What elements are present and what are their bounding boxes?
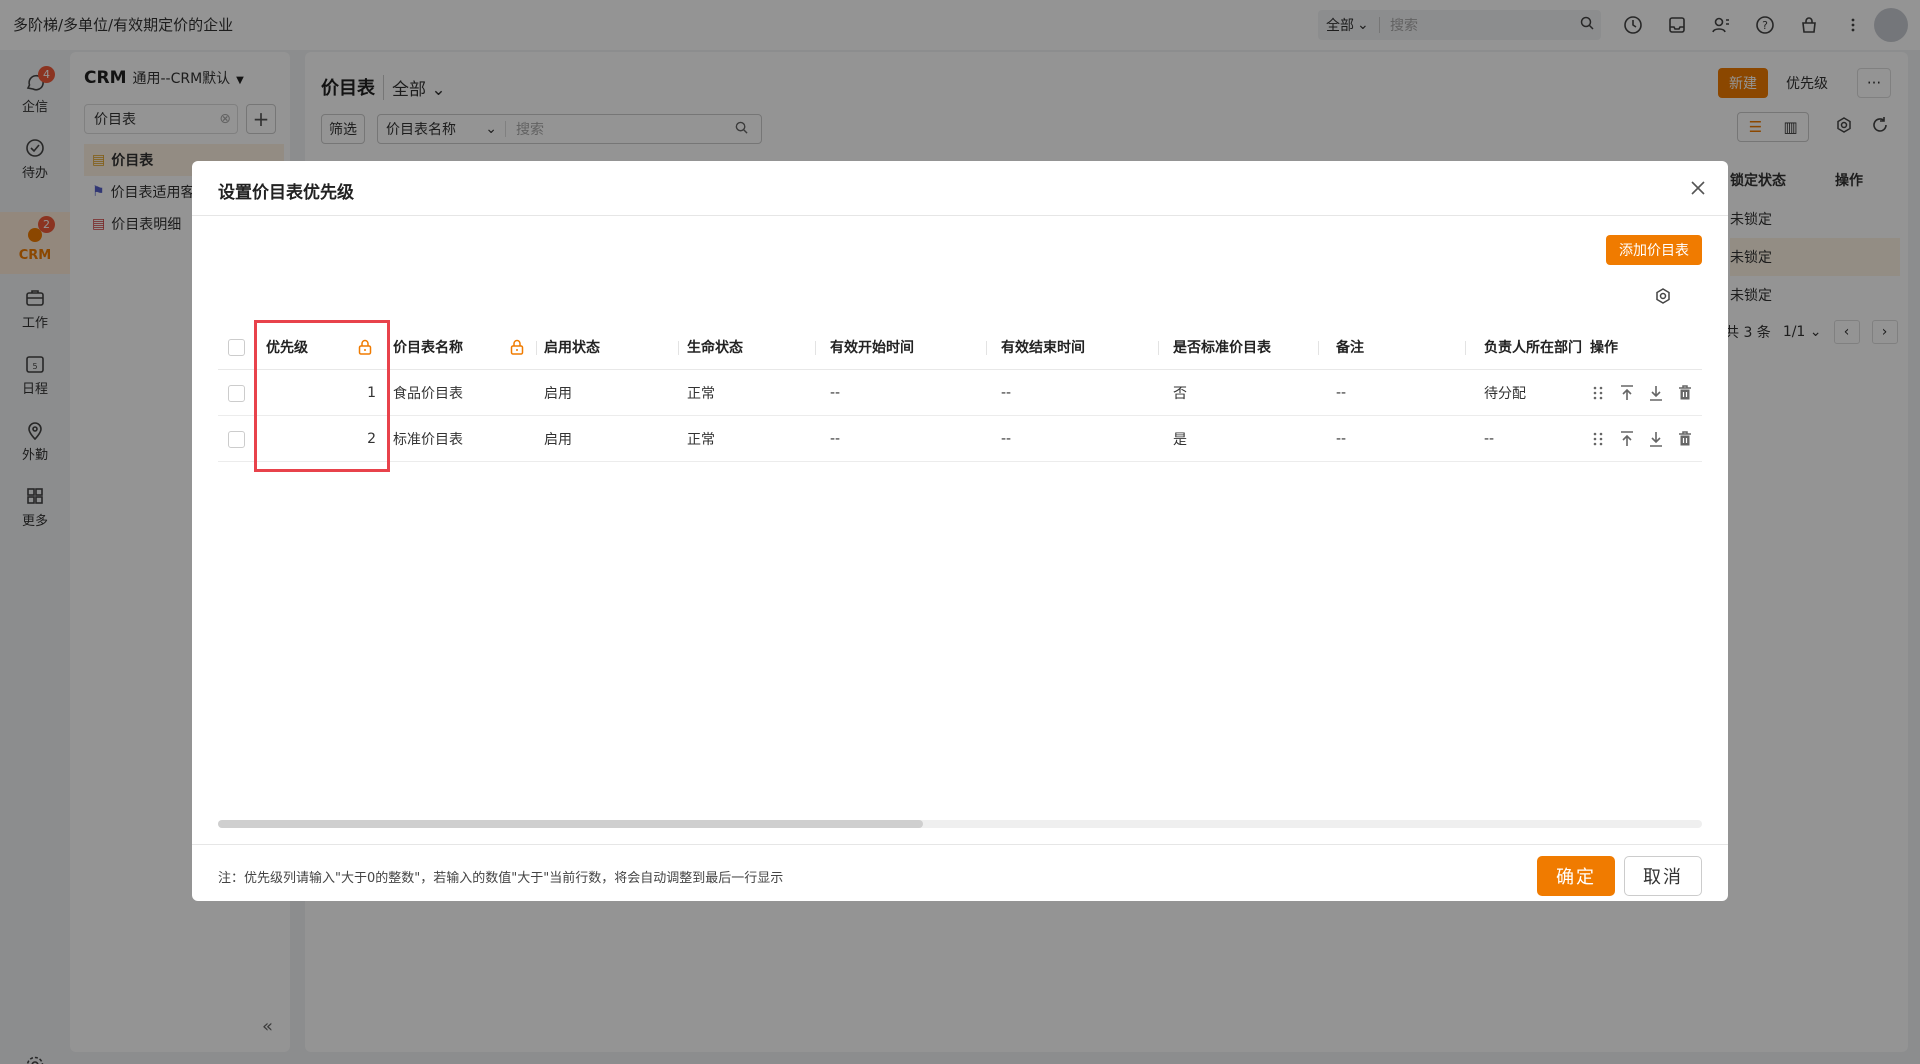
table-row: 2 标准价目表 启用 正常 -- -- 是 -- -- — [218, 416, 1702, 462]
table-row: 1 食品价目表 启用 正常 -- -- 否 -- 待分配 — [218, 370, 1702, 416]
table-header: 优先级 价目表名称 启用状态 生命状态 有效开始时间 有效结束时间 是否标准价目… — [218, 324, 1702, 370]
priority-column-highlight — [254, 320, 390, 472]
name-cell: 标准价目表 — [393, 432, 463, 448]
confirm-button[interactable]: 确定 — [1537, 856, 1615, 896]
row-checkbox[interactable] — [228, 384, 245, 402]
remark-cell: -- — [1336, 385, 1347, 401]
col-is-standard: 是否标准价目表 — [1173, 340, 1271, 356]
row-checkbox[interactable] — [228, 430, 245, 448]
end-time-cell: -- — [1001, 385, 1012, 401]
priority-note: 注：优先级列请输入"大于0的整数"，若输入的数值"大于"当前行数，将会自动调整到… — [218, 871, 784, 886]
cancel-button[interactable]: 取消 — [1624, 856, 1702, 896]
table-settings-icon[interactable] — [1654, 287, 1672, 309]
select-all-checkbox[interactable] — [228, 338, 245, 356]
col-end-time: 有效结束时间 — [1001, 340, 1085, 356]
dialog-footer: 注：优先级列请输入"大于0的整数"，若输入的数值"大于"当前行数，将会自动调整到… — [192, 844, 1728, 901]
add-price-book-button[interactable]: 添加价目表 — [1606, 235, 1702, 265]
move-to-top-icon[interactable] — [1617, 430, 1636, 449]
scrollbar-thumb[interactable] — [218, 820, 923, 828]
col-start-time: 有效开始时间 — [830, 340, 914, 356]
col-enabled: 启用状态 — [544, 340, 600, 356]
col-actions: 操作 — [1590, 340, 1618, 356]
move-to-top-icon[interactable] — [1617, 384, 1636, 403]
col-remark: 备注 — [1336, 340, 1364, 356]
lock-icon — [510, 324, 524, 370]
delete-icon[interactable] — [1675, 430, 1694, 449]
delete-icon[interactable] — [1675, 384, 1694, 403]
row-actions — [1588, 370, 1694, 416]
life-status-cell: 正常 — [687, 386, 715, 402]
drag-handle-icon[interactable] — [1588, 430, 1607, 449]
enabled-cell: 启用 — [544, 386, 572, 402]
col-name: 价目表名称 — [393, 340, 463, 356]
col-life-status: 生命状态 — [687, 340, 743, 356]
enabled-cell: 启用 — [544, 432, 572, 448]
is-standard-cell: 否 — [1173, 386, 1187, 402]
priority-dialog: 设置价目表优先级 添加价目表 优先级 价目表名称 启用状态 生命状态 有效开始时… — [192, 161, 1728, 901]
close-icon[interactable] — [1687, 177, 1709, 199]
row-actions — [1588, 416, 1694, 462]
life-status-cell: 正常 — [687, 432, 715, 448]
owner-dept-cell: 待分配 — [1484, 386, 1526, 402]
horizontal-scrollbar[interactable] — [218, 820, 1702, 828]
end-time-cell: -- — [1001, 431, 1012, 447]
move-to-bottom-icon[interactable] — [1646, 430, 1665, 449]
col-owner-dept: 负责人所在部门 — [1484, 340, 1582, 356]
drag-handle-icon[interactable] — [1588, 384, 1607, 403]
move-to-bottom-icon[interactable] — [1646, 384, 1665, 403]
start-time-cell: -- — [830, 431, 841, 447]
is-standard-cell: 是 — [1173, 432, 1187, 448]
remark-cell: -- — [1336, 431, 1347, 447]
start-time-cell: -- — [830, 385, 841, 401]
name-cell: 食品价目表 — [393, 386, 463, 402]
dialog-title: 设置价目表优先级 — [218, 183, 354, 203]
owner-dept-cell: -- — [1484, 431, 1495, 447]
dialog-header: 设置价目表优先级 — [192, 161, 1728, 216]
